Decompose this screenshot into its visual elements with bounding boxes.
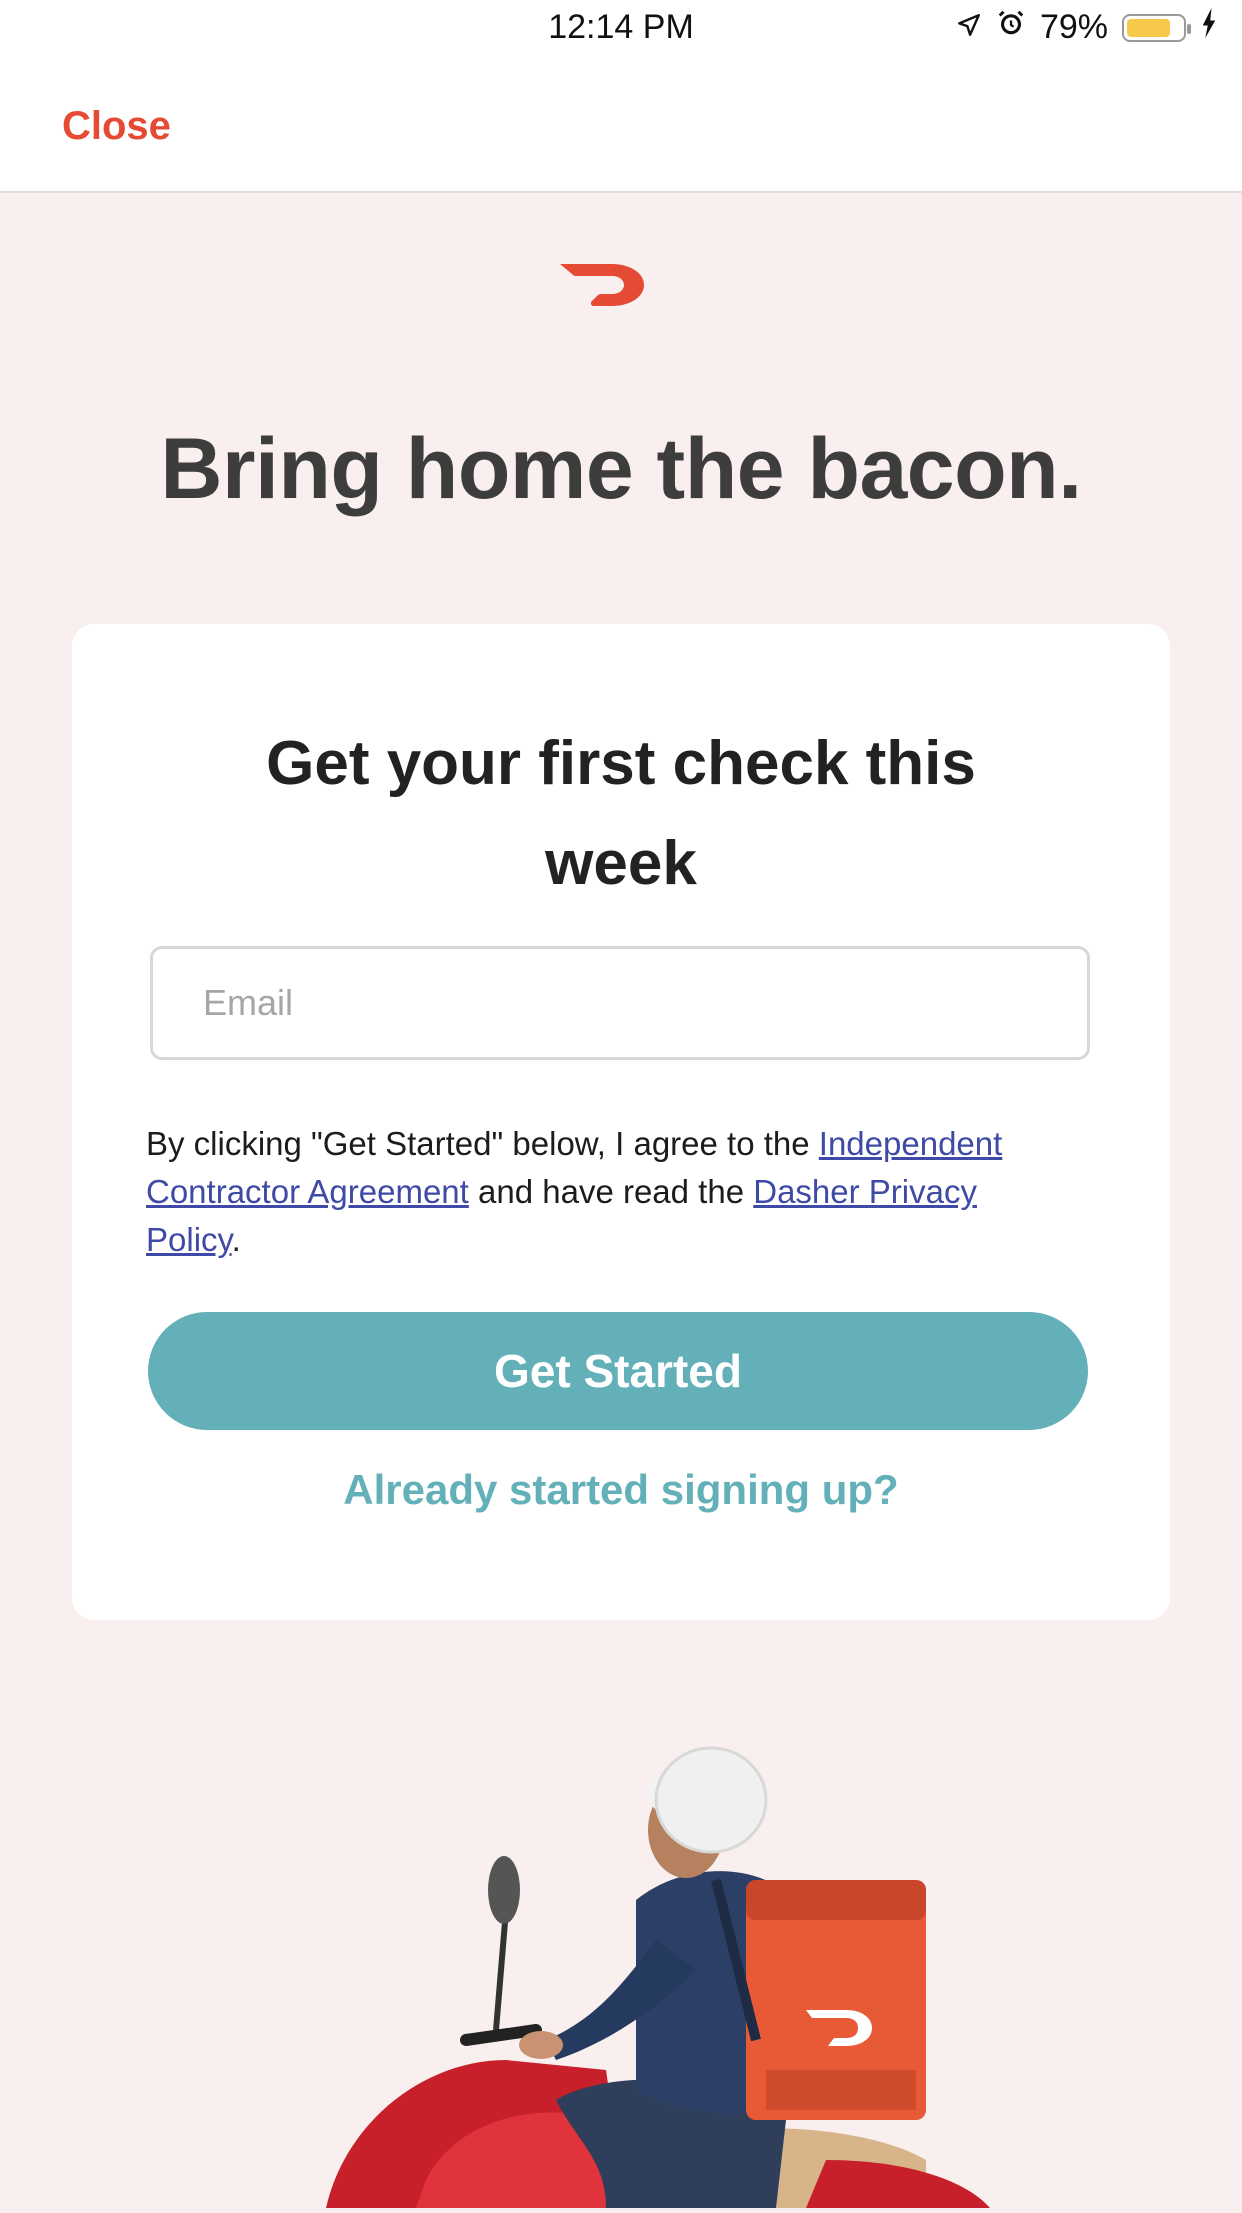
battery-percent: 79%: [1039, 8, 1108, 46]
top-header: Close: [0, 54, 1242, 193]
close-button[interactable]: Close: [62, 104, 171, 149]
already-started-link[interactable]: Already started signing up?: [72, 1466, 1170, 1514]
battery-fill: [1127, 18, 1170, 37]
card-title: Get your first check this week: [266, 729, 976, 898]
location-arrow-icon: [956, 8, 982, 47]
status-right-group: 79%: [956, 8, 1218, 47]
get-started-button[interactable]: Get Started: [148, 1312, 1088, 1430]
terms-middle: and have read the: [468, 1173, 754, 1210]
terms-text: By clicking "Get Started" below, I agree…: [146, 1120, 1016, 1264]
alarm-icon: [996, 8, 1026, 47]
doordash-logo-icon: [556, 258, 650, 310]
terms-prefix: By clicking "Get Started" below, I agree…: [146, 1125, 819, 1162]
headline: Bring home the bacon.: [160, 421, 1082, 517]
terms-suffix: .: [231, 1221, 241, 1258]
signup-card: Get your first check this week By clicki…: [72, 624, 1170, 1620]
status-bar: 12:14 PM 79%: [0, 0, 1242, 54]
email-field[interactable]: [150, 946, 1090, 1060]
battery-icon: [1122, 13, 1191, 42]
dasher-scooter-image: [306, 1740, 990, 2208]
charging-bolt-icon: [1200, 8, 1218, 47]
